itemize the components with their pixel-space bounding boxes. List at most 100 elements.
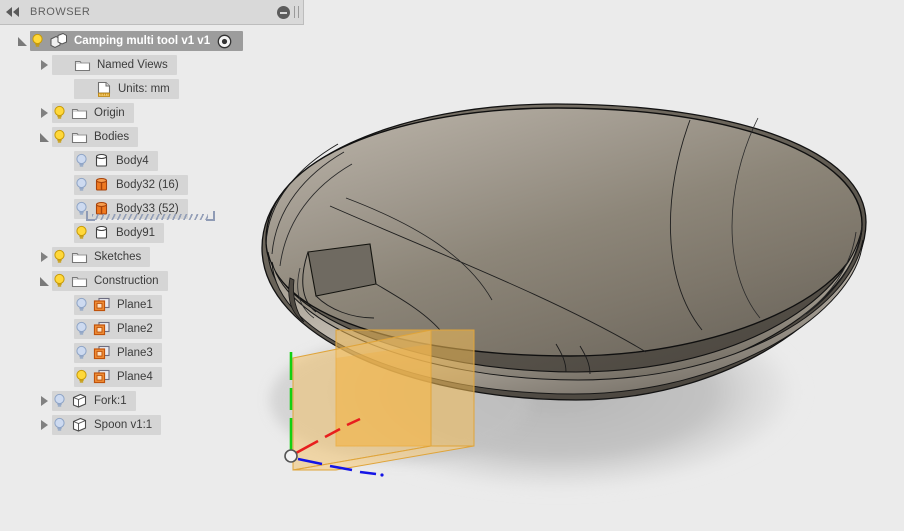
browser-title: BROWSER [30,6,91,18]
tree-expander [58,223,74,243]
tree-row[interactable]: Body91 [0,223,306,243]
folder-icon [71,250,88,265]
tree-row[interactable]: Fork:1 [0,391,306,411]
browser-tree[interactable]: Camping multi tool v1 v1 Named Views Units… [0,31,306,439]
tree-expander [58,175,74,195]
visibility-bulb-icon[interactable] [74,345,89,361]
drag-indicator-right [206,211,215,221]
tree-item-label: Origin [94,107,125,119]
panel-grip-icon[interactable] [294,6,299,18]
tree-item-label: Camping multi tool v1 v1 [74,35,211,47]
tree-row-pill[interactable]: Body4 [74,151,158,171]
tree-row[interactable]: Body4 [0,151,306,171]
visibility-bulb-icon[interactable] [52,417,67,433]
folder-icon [74,58,91,73]
tree-expander [58,319,74,339]
tree-row[interactable]: Units: mm [0,79,306,99]
minus-circle-icon[interactable] [277,5,290,19]
tree-row[interactable]: Construction [0,271,306,291]
tree-row[interactable]: Body32 (16) [0,175,306,195]
plane-icon [93,321,111,337]
visibility-bulb-icon[interactable] [74,177,89,193]
tree-row-pill[interactable]: Plane2 [74,319,162,339]
visibility-bulb-icon[interactable] [74,297,89,313]
tree-expander[interactable] [36,127,52,147]
tree-row[interactable]: Plane3 [0,343,306,363]
tree-expander[interactable] [36,247,52,267]
folder-icon [71,274,88,289]
body-orange-icon [93,177,110,193]
tree-row-pill[interactable]: Plane4 [74,367,162,387]
tree-row-pill[interactable]: Origin [52,103,134,123]
tree-row-pill[interactable]: Camping multi tool v1 v1 [30,31,244,51]
visibility-bulb-icon[interactable] [52,105,67,121]
visibility-bulb-icon[interactable] [74,321,89,337]
tree-expander [58,367,74,387]
component-cube-icon [71,393,88,409]
folder-icon [71,106,88,121]
tree-expander[interactable] [14,31,30,51]
tree-item-label: Spoon v1:1 [94,419,153,431]
tree-row[interactable]: Camping multi tool v1 v1 [0,31,306,51]
tree-expander [58,151,74,171]
tree-item-label: Fork:1 [94,395,127,407]
tree-row[interactable]: Origin [0,103,306,123]
visibility-bulb-icon[interactable] [74,153,89,169]
visibility-bulb-icon[interactable] [74,369,89,385]
activate-component-icon[interactable] [217,34,232,49]
fusion-360-window: BROWSER Camping multi tool v1 v1 Named Vi… [0,0,904,531]
tree-row-pill[interactable]: Construction [52,271,168,291]
tree-row-pill[interactable]: Bodies [52,127,139,147]
double-left-arrow-icon[interactable] [0,0,26,24]
tree-expander [58,79,74,99]
tree-item-label: Bodies [94,131,130,143]
visibility-bulb-icon[interactable] [52,273,67,289]
tree-row[interactable]: Plane4 [0,367,306,387]
visibility-bulb-icon[interactable] [52,249,67,265]
tree-expander[interactable] [36,391,52,411]
tree-row[interactable]: Bodies [0,127,306,147]
tree-row-pill[interactable]: Body91 [74,223,165,243]
visibility-bulb-icon[interactable] [74,225,89,241]
tree-row[interactable]: Named Views [0,55,306,75]
tree-row-pill[interactable]: Plane3 [74,343,162,363]
tree-expander[interactable] [36,55,52,75]
tree-expander [58,199,74,219]
visibility-bulb-icon[interactable] [30,33,45,49]
tree-row-pill[interactable]: Sketches [52,247,151,267]
tree-item-label: Units: mm [118,83,170,95]
tree-row-pill[interactable]: Named Views [52,55,177,75]
tree-item-label: Plane4 [117,371,153,383]
tree-row-pill[interactable]: Spoon v1:1 [52,415,162,435]
tree-expander[interactable] [36,271,52,291]
drag-indicator [92,214,208,220]
tree-item-label: Plane1 [117,299,153,311]
tree-item-label: Construction [94,275,159,287]
component-cube-icon [71,417,88,433]
tree-row[interactable]: Sketches [0,247,306,267]
tree-row[interactable]: Plane2 [0,319,306,339]
plane-icon [93,369,111,385]
tree-item-label: Body91 [116,227,156,239]
plane-icon [93,345,111,361]
component-icon [49,33,68,49]
tree-row[interactable]: Body33 (52) [0,199,306,221]
construction-planes[interactable] [292,329,475,471]
visibility-bulb-icon[interactable] [52,129,67,145]
folder-icon [71,130,88,145]
tree-row-pill[interactable]: Fork:1 [52,391,136,411]
tree-row-pill[interactable]: Body32 (16) [74,175,188,195]
tree-row[interactable]: Spoon v1:1 [0,415,306,435]
tree-expander[interactable] [36,415,52,435]
tree-row-pill[interactable]: Plane1 [74,295,162,315]
visibility-bulb-icon[interactable] [52,393,67,409]
tree-item-label: Sketches [94,251,142,263]
body-grey-icon [93,153,110,169]
tree-expander[interactable] [36,103,52,123]
tree-expander [58,343,74,363]
tree-row-pill[interactable]: Units: mm [74,79,179,99]
tree-item-label: Plane2 [117,323,153,335]
origin-point-icon[interactable] [284,449,298,463]
browser-panel[interactable]: BROWSER Camping multi tool v1 v1 Named Vi… [0,0,306,435]
tree-row[interactable]: Plane1 [0,295,306,315]
